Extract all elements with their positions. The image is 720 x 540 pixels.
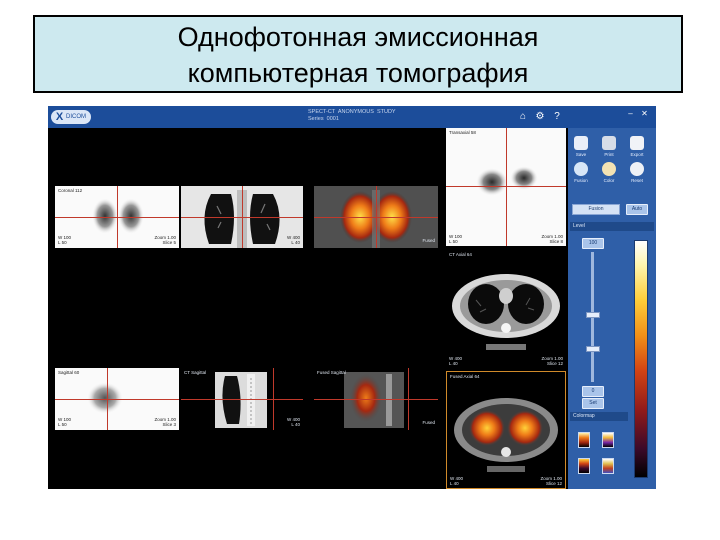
zoom-slice-readout: Zoom 1.00 Slice 12	[540, 476, 562, 486]
spect-ct-viewer-window: X DICOM SPECT-CT ANONYMOUS STUDY Series …	[48, 106, 656, 489]
colormap-rainbow-swatch[interactable]	[602, 458, 614, 474]
level-slider-thumb[interactable]	[586, 312, 600, 318]
zoom-slice-readout: Zoom 1.00 Slice 3	[154, 417, 176, 427]
crosshair-horizontal	[314, 399, 438, 400]
print-icon[interactable]	[602, 136, 616, 150]
color-icon[interactable]	[602, 162, 616, 176]
level-strip-label: Level	[573, 223, 585, 229]
colormap-hot-swatch[interactable]	[578, 432, 590, 448]
auto-button[interactable]: Auto	[626, 204, 648, 215]
crosshair-vertical	[273, 368, 274, 430]
fused-axial-image	[454, 398, 558, 472]
print-button-label: Print	[604, 152, 614, 157]
window-level-readout: W 400 L 40	[286, 417, 300, 427]
fused-sagittal-viewport[interactable]: Fused Sagittal Fused	[314, 368, 438, 430]
viewport-label: CT Axial 64	[449, 252, 472, 257]
spect-coronal-viewport[interactable]: Coronal 112 W 100 L 50 Zoom 1.00 Slice 5	[55, 186, 179, 248]
slide-title-line-2: компьютерная томография	[187, 58, 529, 88]
image-viewport-grid: Coronal 112 W 100 L 50 Zoom 1.00 Slice 5…	[48, 128, 568, 489]
viewport-label: Coronal 112	[58, 188, 83, 193]
ct-sagittal-viewport[interactable]: CT Sagittal W 400 L 40	[181, 368, 303, 430]
viewport-label: Fused Sagittal	[317, 370, 346, 375]
zoom-slice-readout: Zoom 1.00 Slice 8	[541, 234, 563, 244]
viewport-label: Transaxial 58	[449, 130, 476, 135]
help-icon[interactable]: ?	[552, 112, 562, 122]
viewport-label: Fused Axial 64	[450, 374, 480, 379]
window-level-readout: W 400 L 40	[449, 356, 463, 366]
study-info-line-1: SPECT-CT ANONYMOUS STUDY	[308, 109, 396, 115]
color-button-label: Color	[603, 178, 615, 183]
fusion-icon[interactable]	[574, 162, 588, 176]
crosshair-vertical	[242, 186, 243, 248]
colormap-spectrum-swatch[interactable]	[602, 432, 614, 448]
logo-text: DICOM	[66, 114, 86, 120]
ct-coronal-viewport[interactable]: W 400 L 40	[181, 186, 303, 248]
crosshair-vertical	[506, 128, 507, 246]
minimize-icon[interactable]: –	[626, 109, 635, 118]
colormap-strip-label: Colormap	[573, 413, 595, 419]
spect-axial-viewport[interactable]: Transaxial 58 W 100 L 50 Zoom 1.00 Slice…	[446, 128, 566, 246]
crosshair-horizontal	[55, 399, 179, 400]
export-icon[interactable]	[630, 136, 644, 150]
crosshair-vertical	[376, 186, 377, 248]
slider-bottom-value[interactable]: 0	[582, 386, 604, 397]
fusion-readout: Fused	[422, 420, 435, 425]
fusion-readout: Fused	[422, 238, 435, 243]
slide-title: Однофотонная эмиссионная компьютерная то…	[33, 15, 683, 93]
colormap-heat-swatch[interactable]	[578, 458, 590, 474]
set-button[interactable]: Set	[582, 398, 604, 409]
gear-icon[interactable]: ⚙	[535, 112, 545, 122]
level-strip: Level	[570, 222, 654, 231]
app-title-bar: X DICOM SPECT-CT ANONYMOUS STUDY Series …	[48, 106, 656, 128]
home-icon[interactable]: ⌂	[518, 112, 528, 122]
window-level-readout: W 100 L 50	[58, 235, 72, 245]
crosshair-vertical	[117, 186, 118, 248]
window-level-readout: W 100 L 50	[58, 417, 72, 427]
study-info-line-2: Series 0001	[308, 116, 339, 122]
window-level-readout: W 400 L 40	[286, 235, 300, 245]
reset-icon[interactable]	[630, 162, 644, 176]
colormap-strip: Colormap	[570, 412, 628, 421]
fused-coronal-viewport[interactable]: Fused	[314, 186, 438, 248]
app-logo: X DICOM	[51, 110, 91, 124]
fusion-field[interactable]: Fusion	[572, 204, 620, 215]
colormap-scale-bar	[634, 240, 648, 478]
zoom-slice-readout: Zoom 1.00 Slice 5	[154, 235, 176, 245]
close-icon[interactable]: ✕	[640, 109, 649, 118]
viewport-label: CT Sagittal	[184, 370, 207, 375]
spect-sagittal-viewport[interactable]: Sagittal 60 W 100 L 50 Zoom 1.00 Slice 3	[55, 368, 179, 430]
window-level-readout: W 100 L 50	[449, 234, 463, 244]
crosshair-vertical	[107, 368, 108, 430]
slide-title-line-1: Однофотонная эмиссионная	[177, 22, 539, 52]
control-panel: Save Print Export Fusion Color Reset Fus…	[568, 128, 656, 489]
fused-axial-viewport[interactable]: Fused Axial 64 W 400 L 40 Zoom 1.00 Slic…	[446, 371, 566, 489]
logo-mark-icon: X	[55, 111, 64, 123]
window-slider-thumb[interactable]	[586, 346, 600, 352]
study-info: SPECT-CT ANONYMOUS STUDY Series 0001	[308, 109, 396, 123]
crosshair-vertical	[408, 368, 409, 430]
save-button-label: Save	[575, 152, 587, 157]
window-level-readout: W 400 L 40	[450, 476, 464, 486]
fusion-button-label: Fusion	[574, 178, 588, 183]
ct-axial-image	[452, 274, 560, 350]
viewport-label: Sagittal 60	[58, 370, 80, 375]
crosshair-horizontal	[181, 399, 303, 400]
save-icon[interactable]	[574, 136, 588, 150]
reset-button-label: Reset	[631, 178, 643, 183]
ct-axial-viewport[interactable]: CT Axial 64 W 400 L 40 Zoom 1.00 Slice 1…	[446, 250, 566, 368]
zoom-slice-readout: Zoom 1.00 Slice 12	[541, 356, 563, 366]
slider-top-value[interactable]: 100	[582, 238, 604, 249]
export-button-label: Export	[630, 152, 644, 157]
